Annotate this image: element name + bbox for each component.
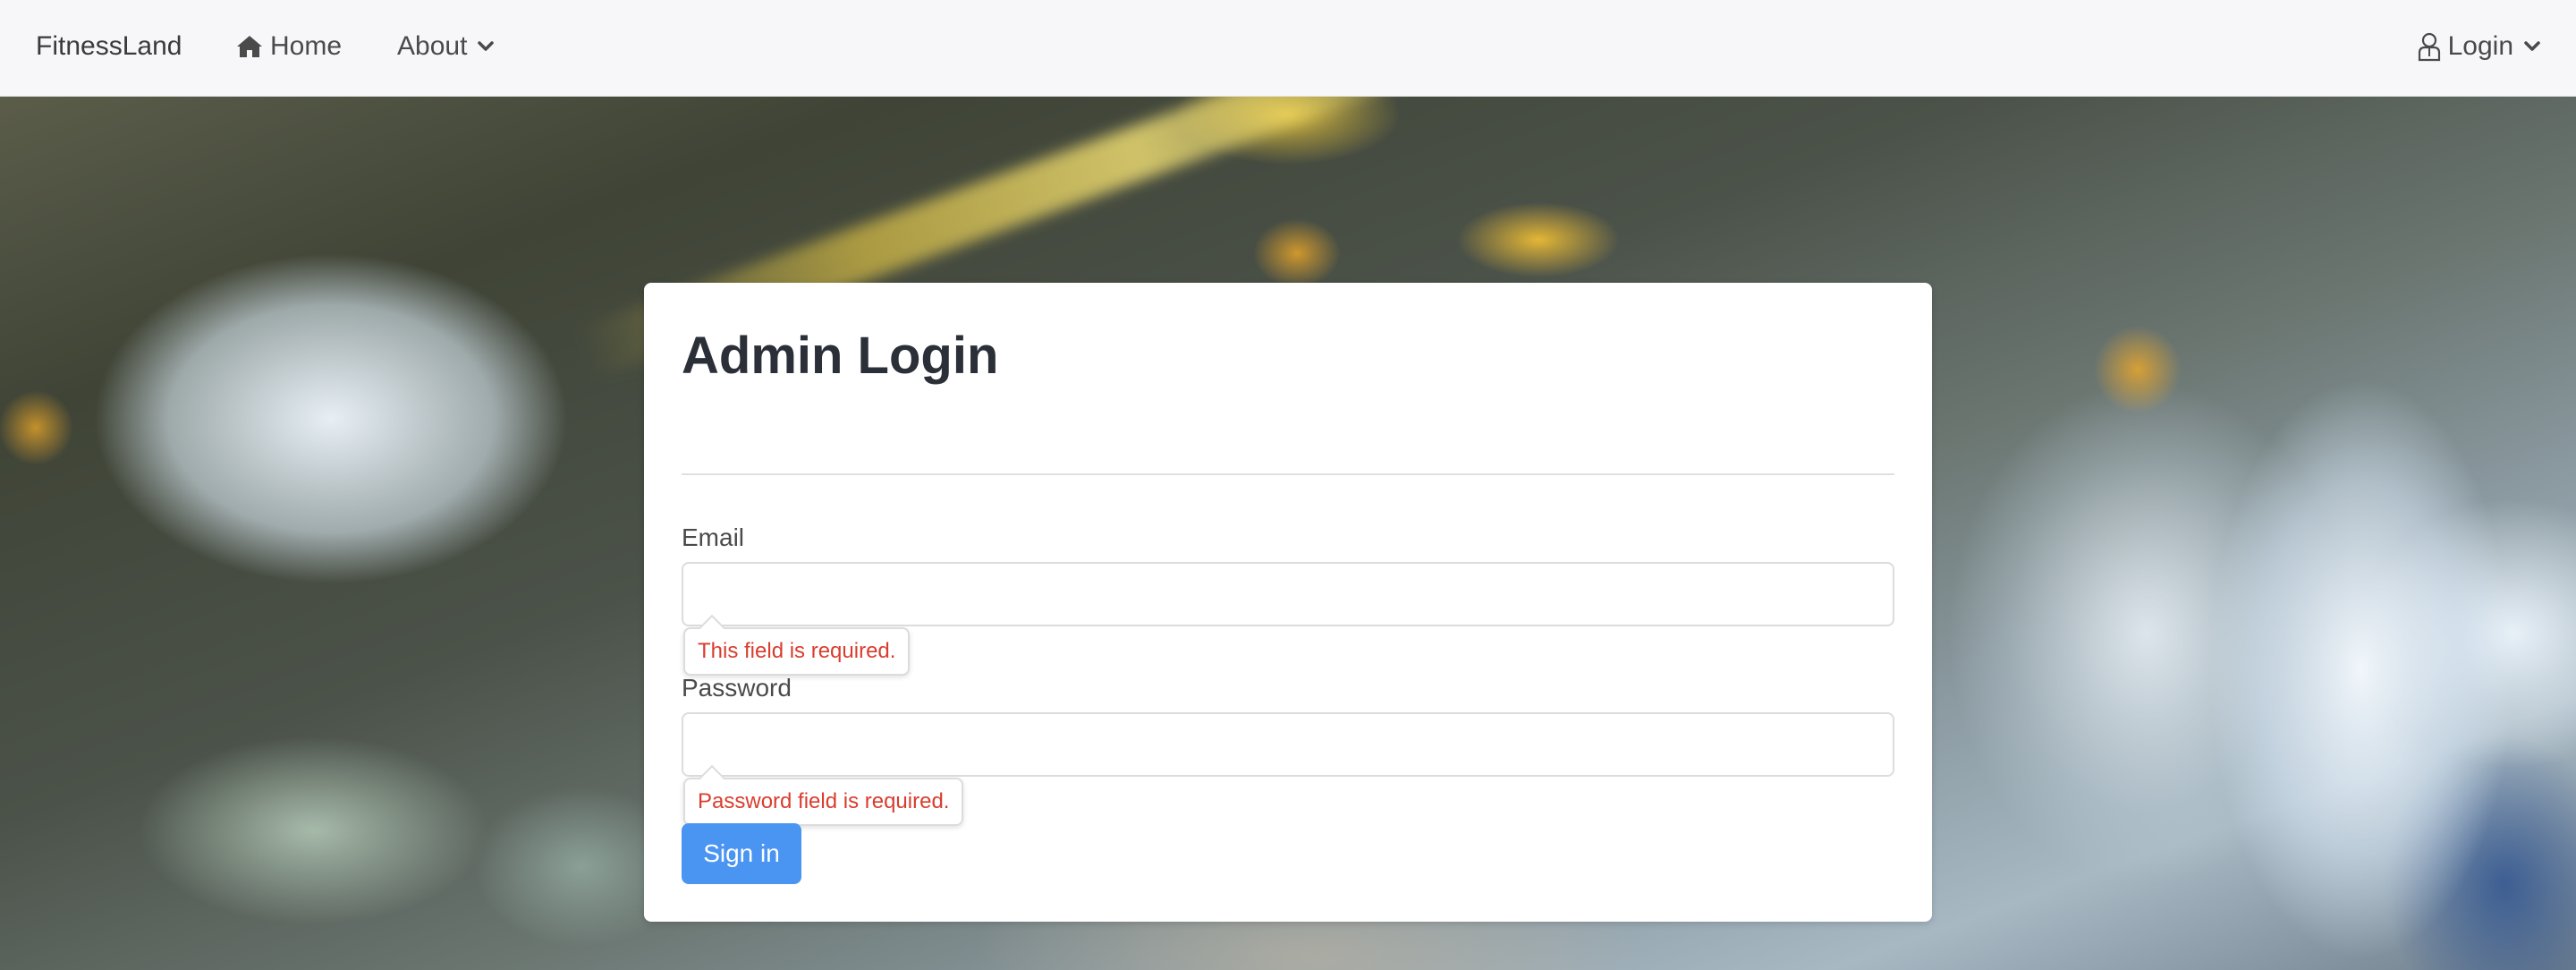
chevron-down-icon bbox=[478, 41, 495, 52]
password-field[interactable] bbox=[682, 712, 1894, 777]
home-icon bbox=[236, 34, 263, 59]
nav-about-dropdown[interactable]: About bbox=[397, 29, 495, 64]
email-error-tooltip: This field is required. bbox=[683, 627, 911, 676]
nav-about-label: About bbox=[397, 31, 468, 61]
brand-link[interactable]: FitnessLand bbox=[36, 29, 182, 64]
sign-in-button[interactable]: Sign in bbox=[682, 823, 801, 884]
password-label: Password bbox=[682, 674, 792, 702]
login-card: Admin Login Email This field is required… bbox=[644, 283, 1932, 922]
title-divider bbox=[682, 473, 1894, 475]
email-label: Email bbox=[682, 523, 745, 551]
nav-login-label: Login bbox=[2447, 31, 2513, 61]
chevron-down-icon bbox=[2524, 41, 2540, 52]
nav-home-label: Home bbox=[270, 31, 343, 61]
user-icon bbox=[2418, 31, 2441, 62]
nav-login-dropdown[interactable]: Login bbox=[2418, 29, 2540, 64]
password-error-tooltip: Password field is required. bbox=[683, 778, 964, 826]
top-navbar: FitnessLand Home About Login bbox=[0, 0, 2576, 97]
page-title: Admin Login bbox=[682, 327, 999, 385]
nav-home-link[interactable]: Home bbox=[236, 29, 342, 64]
email-field[interactable] bbox=[682, 562, 1894, 626]
